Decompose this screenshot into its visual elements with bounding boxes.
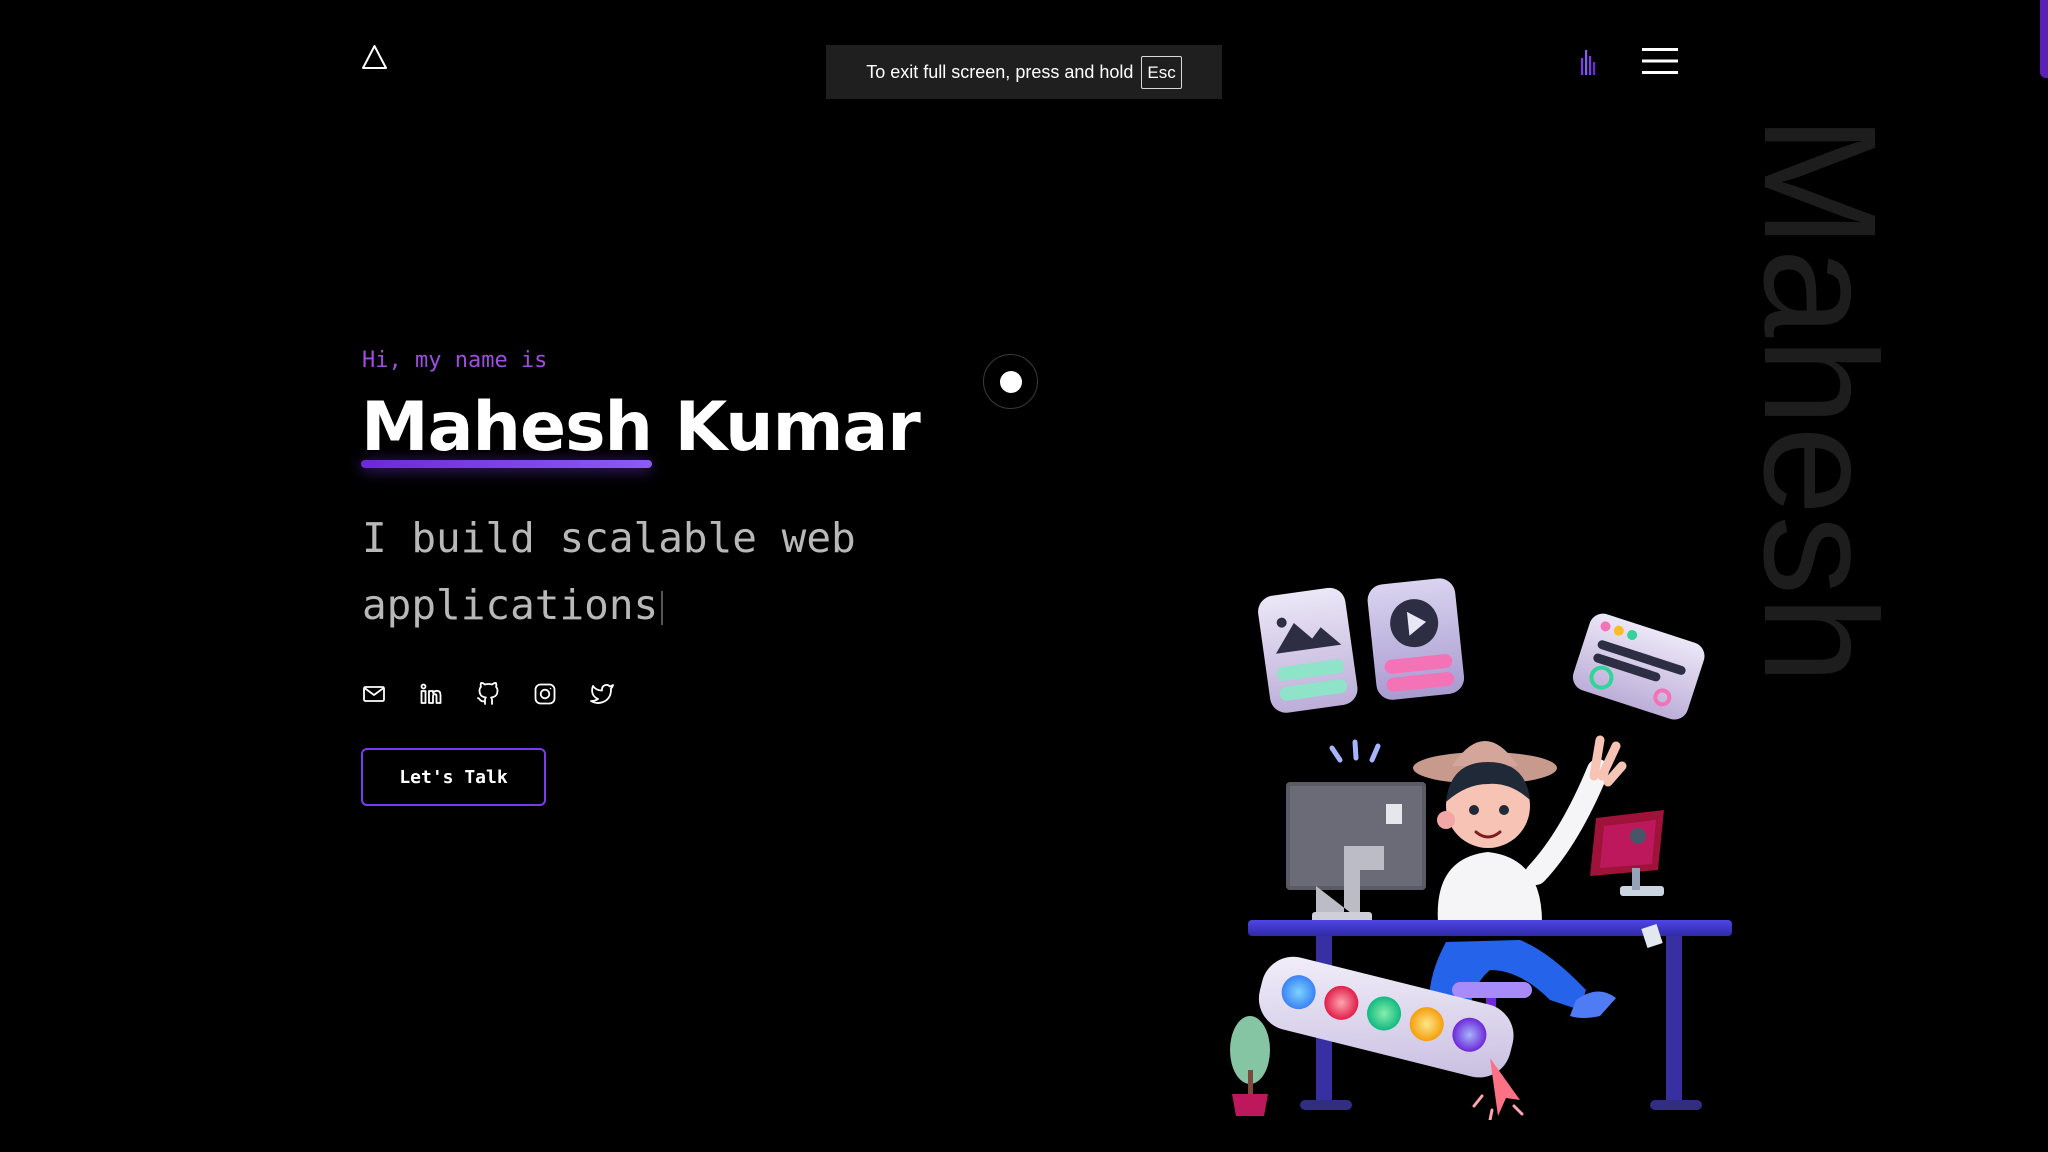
excitement-marks-icon: [1329, 739, 1381, 763]
laptop-icon: [1590, 810, 1664, 896]
scroll-progress-indicator: [2040, 0, 2048, 78]
sound-bars-icon[interactable]: [1581, 50, 1599, 75]
lets-talk-button[interactable]: Let's Talk: [361, 748, 546, 806]
vertical-name-watermark: Mahesh: [1731, 115, 1910, 685]
developer-illustration: [1230, 578, 1732, 1120]
hero-name: Mahesh Kumar: [361, 383, 921, 473]
github-icon[interactable]: [476, 682, 500, 706]
typing-caret: [661, 591, 664, 625]
fullscreen-exit-notice: To exit full screen, press and hold Esc: [826, 45, 1222, 99]
hamburger-menu-icon[interactable]: [1642, 47, 1678, 75]
monitor-icon: [1286, 782, 1426, 924]
hero-tagline-text: I build scalable web applications: [362, 514, 856, 629]
custom-cursor: [983, 354, 1038, 409]
instagram-icon[interactable]: [533, 682, 557, 706]
linkedin-icon[interactable]: [419, 682, 443, 706]
hero-first-name: Mahesh: [361, 383, 653, 473]
video-card-icon: [1367, 578, 1465, 700]
mail-icon[interactable]: [362, 682, 386, 706]
fullscreen-notice-text: To exit full screen, press and hold: [866, 61, 1134, 82]
settings-card-icon: [1572, 613, 1705, 720]
esc-key-badge: Esc: [1141, 55, 1182, 89]
image-card-icon: [1258, 587, 1358, 713]
twitter-icon[interactable]: [590, 682, 614, 706]
hero-greeting: Hi, my name is: [362, 348, 548, 373]
social-links: [362, 682, 614, 706]
hero-last-name: Kumar: [674, 388, 921, 467]
custom-cursor-dot: [999, 370, 1022, 393]
triangle-logo-icon[interactable]: [361, 44, 388, 70]
plant-icon: [1230, 1016, 1270, 1116]
hero-tagline: I build scalable web applications: [362, 505, 882, 639]
